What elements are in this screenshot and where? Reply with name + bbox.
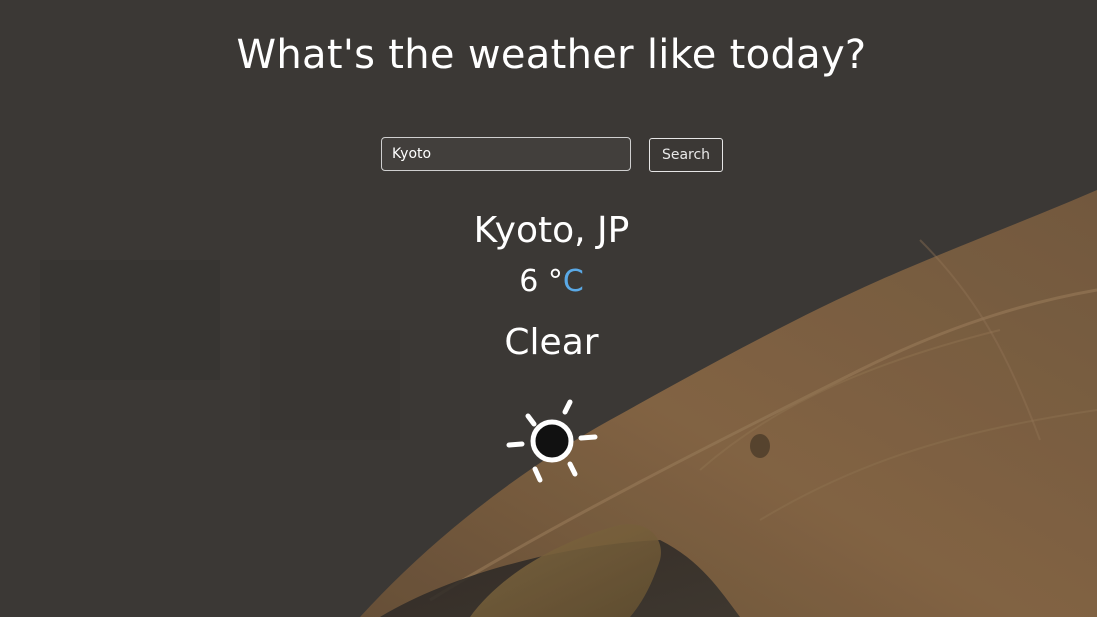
temperature-value: 6 bbox=[519, 264, 539, 299]
page-title: What's the weather like today? bbox=[236, 32, 867, 78]
weather-app: What's the weather like today? Search Ky… bbox=[0, 0, 1097, 617]
sun-icon bbox=[506, 399, 598, 483]
search-button[interactable]: Search bbox=[649, 138, 723, 172]
temperature-display: 6 °C bbox=[0, 263, 1097, 301]
degree-symbol: ° bbox=[547, 264, 563, 299]
temperature-unit-toggle[interactable]: C bbox=[563, 264, 584, 299]
search-form: Search bbox=[381, 137, 723, 172]
location-name: Kyoto, JP bbox=[473, 210, 630, 251]
city-search-input[interactable] bbox=[381, 137, 631, 171]
weather-condition: Clear bbox=[504, 322, 599, 363]
